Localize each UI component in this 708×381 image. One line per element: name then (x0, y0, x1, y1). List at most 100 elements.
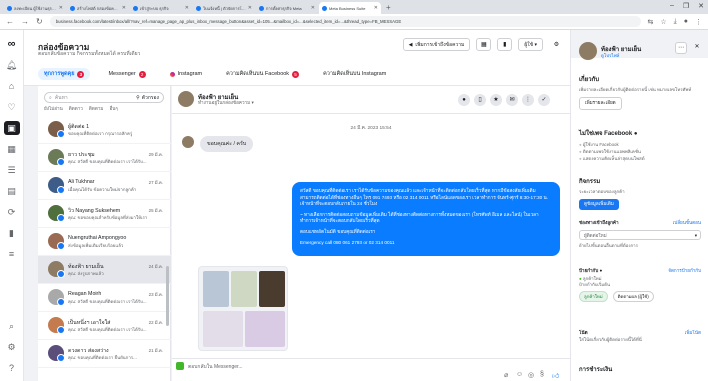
reload-icon[interactable]: ↻ (36, 17, 43, 26)
close-panel-button[interactable]: ✕ (691, 42, 703, 54)
image-thumbnail[interactable] (203, 311, 243, 347)
conversation-item[interactable]: Reagan Moirh คุณ: สวัสดี ขอบคุณที่ติดต่อเ… (38, 284, 171, 312)
image-thumbnail[interactable] (203, 271, 229, 307)
contact-avatar[interactable] (579, 42, 597, 60)
more-options-button[interactable]: ⋯ (675, 42, 687, 54)
close-tab-icon[interactable]: ✕ (185, 5, 189, 11)
settings-button[interactable]: ⚙ (549, 38, 564, 51)
gif-icon[interactable]: ◎ (528, 371, 534, 379)
follow-up-icon[interactable]: ● (458, 94, 470, 106)
conversation-item[interactable]: ผู้ติดต่อ 1 ขอบคุณที่ติดต่อเรา กรุณารอสัก… (38, 116, 171, 144)
inbox-tabs: ทุกการพูดคุย 3 Messenger 2 Instagram ความค… (38, 68, 392, 80)
trash-icon[interactable]: ▯ (474, 94, 486, 106)
label-tag[interactable]: ลูกค้าใหม่ (579, 291, 608, 302)
tab-instagram-comments[interactable]: ความคิดเห็นบน Instagram (317, 68, 392, 80)
add-details-button[interactable]: เพิ่มรายละเอียด (579, 97, 622, 110)
conversation-item[interactable]: ดวงดาว ส่องสว่าง คุณ: ขอบคุณที่ติดต่อเรา … (38, 340, 171, 368)
close-tab-icon[interactable]: ✕ (59, 5, 63, 11)
conversation-item[interactable]: ยาว ประชุม คุณ: สวัสดี ขอบคุณที่ติดต่อเรา… (38, 144, 171, 172)
image-attachment-gallery[interactable] (198, 266, 288, 351)
help-icon[interactable]: ? (4, 361, 20, 375)
done-check-icon[interactable]: ✓ (538, 94, 550, 106)
contact-card: ท้องฟ้า ยามเย็น ดูโปรไฟล์ ⋯ ✕ (571, 30, 708, 60)
change-stage-link[interactable]: เปลี่ยนขั้นตอน (673, 220, 701, 227)
tab-instagram[interactable]: Instagram (164, 68, 208, 80)
conversation-item[interactable]: เป็นหนึ่งฯ เอาใจใส่ คุณ: สวัสดี ขอบคุณที่… (38, 312, 171, 340)
close-window-button[interactable]: ✕ (698, 2, 704, 10)
add-note-link[interactable]: เพิ่มโน้ต (685, 330, 701, 337)
image-thumbnail[interactable] (245, 311, 285, 347)
browser-tab-active[interactable]: Meta Business Suite ✕ (319, 2, 381, 14)
emoji-icon[interactable]: ☺ (516, 371, 523, 378)
profile-icon[interactable]: ● (684, 18, 688, 25)
browser-tab[interactable]: สร้างโพสต์ กล่องข้อความ ✕ (67, 2, 129, 14)
bookmark-star-icon[interactable]: ☆ (660, 18, 666, 26)
close-tab-icon[interactable]: ✕ (374, 5, 378, 11)
contact-avatar[interactable] (178, 91, 194, 107)
assignment-dropdown[interactable]: ทำงานอยู่ในกล่องข้อความ ▾ (198, 100, 254, 107)
manage-labels-link[interactable]: จัดการป้ายกำกับ (668, 268, 701, 275)
insights-button[interactable]: ▮ (497, 38, 513, 51)
filter-unread[interactable]: ยังไม่อ่าน (44, 106, 63, 113)
new-tab-button[interactable]: + (382, 2, 395, 14)
like-icon[interactable]: 👍︎ (552, 371, 559, 380)
activity-icon[interactable]: ♡ (4, 100, 20, 114)
inbox-icon[interactable]: ▣ (3, 121, 20, 135)
forward-icon[interactable]: → (21, 17, 29, 26)
url-field[interactable]: business.facebook.com/latest/inbox/all/?… (49, 16, 641, 27)
search-icon[interactable]: ⌕ (4, 319, 20, 333)
image-thumbnail[interactable] (231, 271, 257, 307)
star-icon[interactable]: ★ (490, 94, 502, 106)
stage-select[interactable]: ผู้ติดต่อใหม่ (579, 230, 701, 240)
minimize-button[interactable]: – (670, 2, 674, 10)
download-icon[interactable]: ⤓ (674, 18, 677, 26)
notifications-icon[interactable]: 🔔︎ (4, 58, 20, 72)
close-tab-icon[interactable]: ✕ (122, 5, 126, 11)
message-composer[interactable]: ตอบกลับใน Messenger... ⌀ ☺ ◎ § 👍︎ (172, 358, 570, 381)
browser-tab[interactable]: ลงทะเบียน ผู้ใช้งานธุรกิจเพจ✕ (4, 2, 66, 14)
view-profile-link[interactable]: ดูโปรไฟล์ (601, 52, 619, 59)
browser-menu-icon[interactable]: ⋮ (695, 18, 702, 26)
filter-starred[interactable]: ติดดาว (69, 106, 83, 113)
meta-logo-icon[interactable]: ∞ (4, 37, 20, 51)
saved-reply-icon[interactable]: § (540, 371, 544, 378)
search-input[interactable]: ⌕ ค้นหา ⚲ ตัวกรอง (44, 92, 164, 103)
filter-follow-up[interactable]: ติดตาม (89, 106, 104, 113)
close-tab-icon[interactable]: ✕ (248, 5, 252, 11)
translate-icon[interactable]: ⇆ (648, 18, 654, 26)
back-icon[interactable]: ← (6, 17, 14, 26)
filter-button[interactable]: ⚲ ตัวกรอง (136, 94, 159, 102)
close-tab-icon[interactable]: ✕ (311, 5, 315, 11)
conversation-item[interactable]: ท้องฟ้า ยามเย็น คุณ: ส่งรูปภาพแล้ว 24 มี.ค… (38, 256, 171, 284)
maximize-button[interactable]: ❐ (683, 2, 689, 10)
insights-icon[interactable]: ▮ (4, 226, 20, 240)
account-dropdown[interactable]: ผู้ใช้ ▾ (518, 38, 543, 51)
browser-tab[interactable]: เข้าสู่ระบบ ธุรกิจ ✕ (130, 2, 192, 14)
see-more-button[interactable]: ดูข้อมูลเพิ่มเติม (579, 199, 619, 210)
posts-icon[interactable]: ☰ (4, 163, 20, 177)
image-thumbnail[interactable] (259, 271, 285, 307)
filter-more[interactable]: อื่นๆ (109, 106, 117, 113)
label-tag[interactable]: ติดตามผล (ผู้ใช้) (612, 291, 654, 302)
conversation-item[interactable]: วิว Nayang Suksehem คุณ: ขอขอบคุณสำหรับข้… (38, 200, 171, 228)
conversation-item[interactable]: Nuengruthai Ampongyoo ส่งข้อมูลเพิ่มเติมเ… (38, 228, 171, 256)
browser-tab[interactable]: ใบแจ้งหนี้ | ตัวจัดการโฆษณา✕ (193, 2, 255, 14)
tab-all-messages[interactable]: ทุกการพูดคุย 3 (38, 68, 91, 80)
filter-button[interactable]: ▦ (476, 38, 492, 51)
boost-messages-button[interactable]: ◀ เพิ่มการเข้าถึงข้อความ (402, 38, 471, 51)
settings-icon[interactable]: ⚙ (4, 340, 20, 354)
paperclip-icon[interactable]: ⌀ (504, 371, 508, 379)
composer-input[interactable]: ตอบกลับใน Messenger... (188, 363, 243, 371)
home-icon[interactable]: ⌂ (4, 79, 20, 93)
browser-tab[interactable]: การตั้งค่าธุรกิจ Meta ✕ (256, 2, 318, 14)
menu-icon[interactable]: ≡ (4, 247, 20, 261)
ads-icon[interactable]: ▤ (4, 184, 20, 198)
list-scrollbar[interactable] (166, 266, 169, 326)
more-icon[interactable]: ⋮ (522, 94, 534, 106)
tab-facebook-comments[interactable]: ความคิดเห็นบน Facebook 5 (220, 68, 305, 80)
mail-icon[interactable]: ✉ (506, 94, 518, 106)
conversation-item[interactable]: Ali Tukhnar เมื่อคุณได้รับ ข้อความใหม่จาก… (38, 172, 171, 200)
calendar-icon[interactable]: ▦ (4, 142, 20, 156)
pages-icon[interactable]: ⟳ (4, 205, 20, 219)
tab-messenger[interactable]: Messenger 2 (102, 68, 151, 80)
